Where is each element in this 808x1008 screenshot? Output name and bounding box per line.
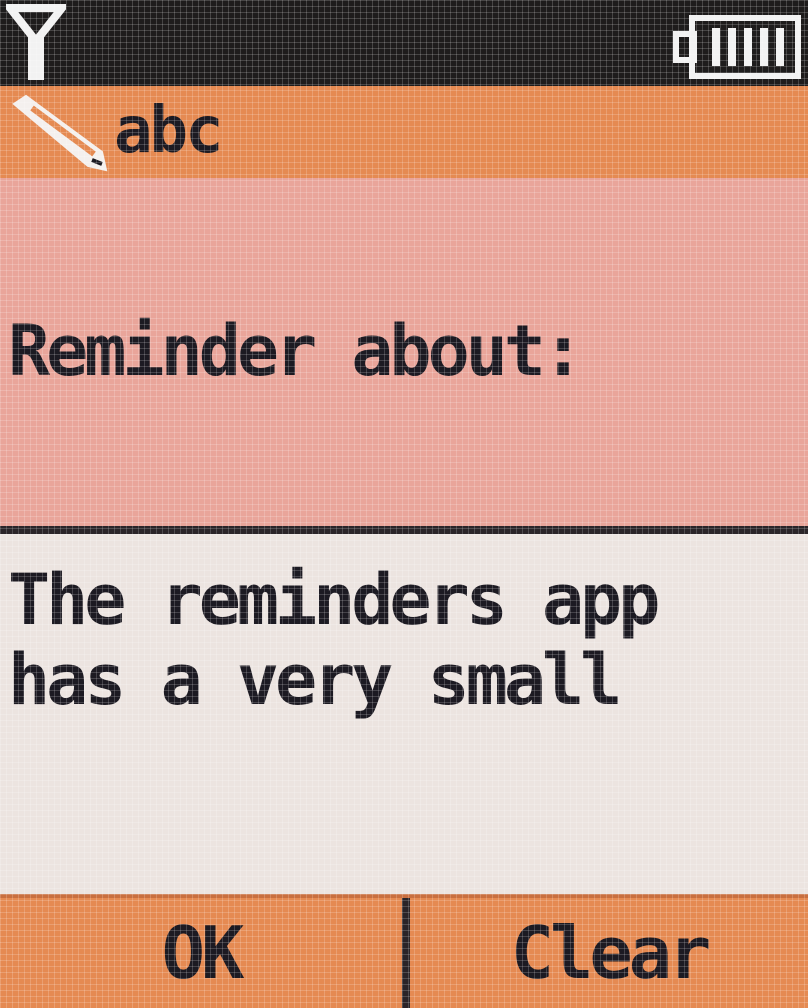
softkey-bar: OK Clear — [0, 894, 808, 1008]
antenna-signal-icon — [6, 4, 66, 80]
clear-softkey[interactable]: Clear — [410, 898, 808, 1008]
text-line-2: has a very small — [8, 639, 622, 721]
softkey-separator — [402, 898, 410, 1008]
phone-screen: abc Reminder about: The reminders app ha… — [0, 0, 808, 1008]
input-mode-indicator: abc — [114, 94, 224, 168]
ok-softkey[interactable]: OK — [0, 898, 402, 1008]
divider — [0, 526, 808, 534]
text-line-1: The reminders app — [8, 559, 660, 641]
reminder-text-field[interactable]: The reminders app has a very small — [0, 534, 808, 894]
battery-icon — [673, 15, 801, 79]
prompt-area: Reminder about: — [0, 178, 808, 526]
pencil-icon — [12, 94, 108, 172]
title-bar: abc — [0, 86, 808, 178]
status-bar — [0, 0, 808, 86]
reminder-text-content: The reminders app has a very small — [8, 560, 798, 720]
prompt-label: Reminder about: — [8, 310, 584, 392]
